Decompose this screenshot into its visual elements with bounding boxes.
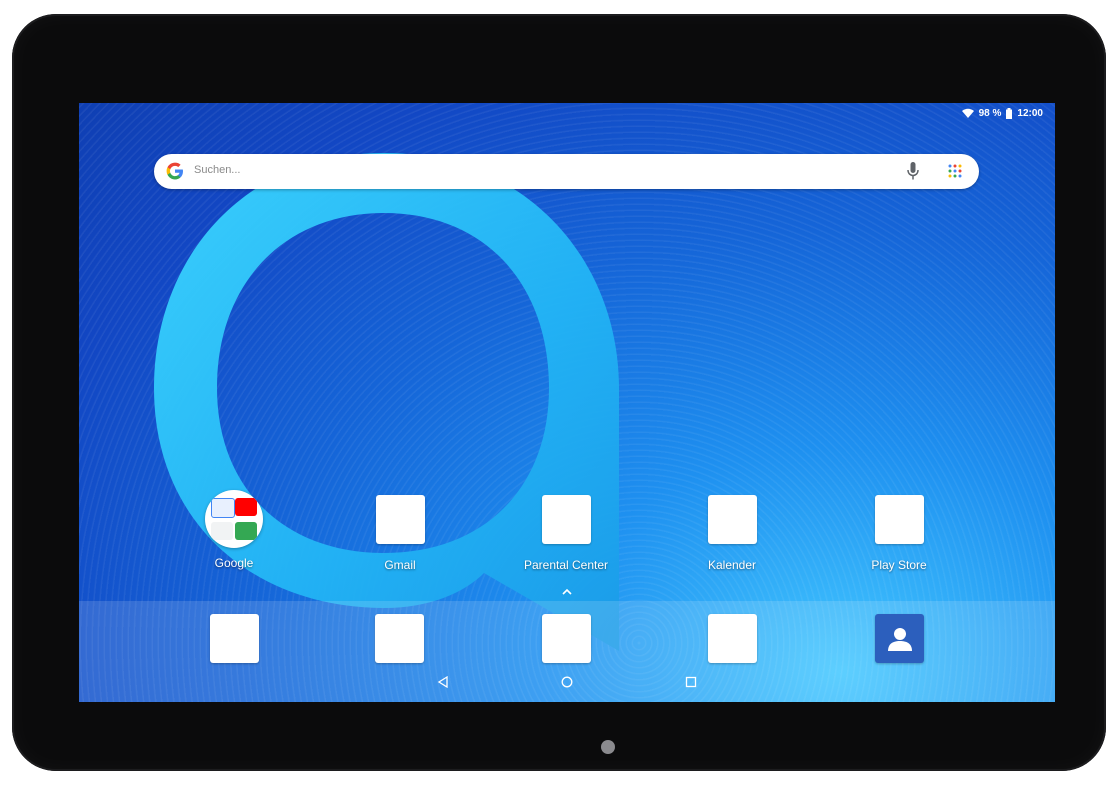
home-screen: 98 % 12:00 Suchen... Google Gmail Parent… — [79, 103, 1055, 702]
google-folder-icon — [205, 490, 263, 548]
app-label: Play Store — [871, 558, 927, 572]
recents-icon[interactable] — [685, 676, 697, 688]
microphone-icon[interactable] — [907, 162, 919, 180]
clock: 12:00 — [1017, 107, 1043, 119]
back-icon[interactable] — [437, 676, 449, 688]
app-label: Gmail — [384, 558, 416, 572]
battery-percent: 98 % — [978, 107, 1002, 119]
dock-app-3[interactable] — [542, 614, 591, 663]
wifi-icon — [961, 108, 974, 118]
status-bar: 98 % 12:00 — [961, 106, 1043, 120]
chevron-up-icon[interactable] — [559, 587, 575, 597]
dock-app-1[interactable] — [210, 614, 259, 663]
app-label: Kalender — [707, 558, 757, 572]
play-store-icon — [874, 495, 924, 544]
search-placeholder: Suchen... — [194, 164, 241, 176]
home-icon[interactable] — [561, 676, 573, 688]
dock-app-contacts[interactable] — [875, 614, 924, 663]
app-label: Google — [214, 556, 254, 570]
app-grid-icon[interactable] — [948, 164, 962, 178]
dock-app-2[interactable] — [375, 614, 424, 663]
parental-center-icon — [541, 495, 591, 544]
search-bar[interactable]: Suchen... — [154, 154, 979, 189]
app-kalender[interactable]: Kalender — [662, 495, 802, 572]
app-gmail[interactable]: Gmail — [330, 495, 470, 572]
calendar-icon — [707, 495, 757, 544]
app-play-store[interactable]: Play Store — [829, 495, 969, 572]
app-parental-center[interactable]: Parental Center — [496, 495, 636, 572]
battery-icon — [1006, 107, 1013, 119]
dock — [79, 601, 1055, 702]
app-google-folder[interactable]: Google — [164, 490, 304, 570]
app-label: Parental Center — [523, 558, 609, 572]
dock-app-4[interactable] — [708, 614, 757, 663]
tablet-device: 98 % 12:00 Suchen... Google Gmail Parent… — [12, 14, 1106, 771]
gmail-icon — [375, 495, 425, 544]
front-camera — [601, 740, 615, 754]
google-g-icon — [166, 162, 183, 180]
contacts-icon — [887, 627, 912, 651]
